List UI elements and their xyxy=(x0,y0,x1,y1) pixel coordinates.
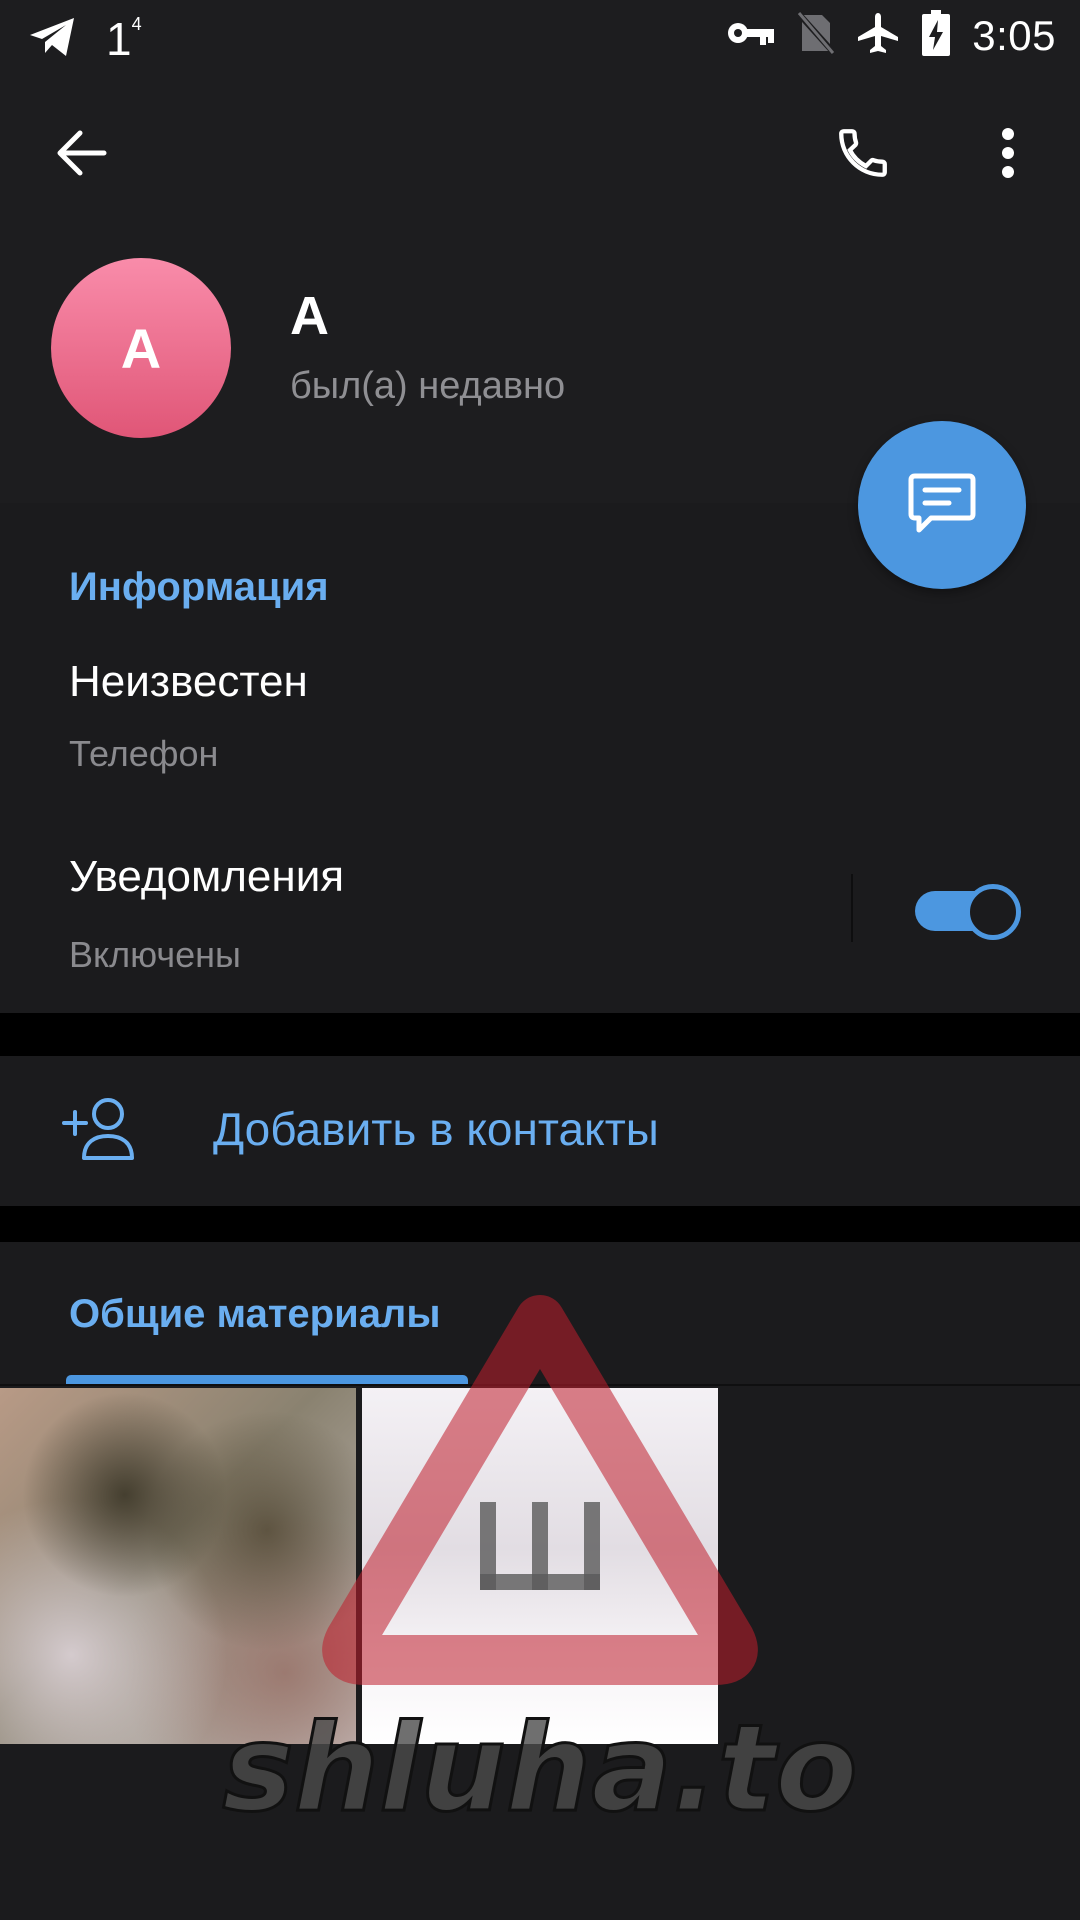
airplane-icon xyxy=(856,11,900,60)
back-button[interactable] xyxy=(36,110,126,200)
tab-divider xyxy=(0,1384,1080,1386)
shared-media-title: Общие материалы xyxy=(69,1292,441,1336)
profile-name: A xyxy=(290,286,329,346)
more-options-button[interactable] xyxy=(963,110,1053,200)
add-person-icon xyxy=(62,1096,138,1167)
media-thumbnail[interactable] xyxy=(362,1388,718,1744)
vpn-key-icon xyxy=(726,18,776,53)
last-seen-status: был(а) недавно xyxy=(290,365,566,407)
shared-media-section: Общие материалы xyxy=(0,1242,1080,1920)
row-divider xyxy=(851,874,853,942)
battery-charging-icon xyxy=(922,10,951,61)
phone-value: Неизвестен xyxy=(69,657,308,706)
message-icon xyxy=(907,470,977,541)
more-vert-icon xyxy=(1000,127,1016,184)
call-button[interactable] xyxy=(818,110,908,200)
notifications-toggle[interactable] xyxy=(915,884,1021,940)
notifications-title: Уведомления xyxy=(69,852,345,901)
add-contact-label: Добавить в контакты xyxy=(213,1103,659,1155)
section-gap xyxy=(0,1013,1080,1056)
back-arrow-icon xyxy=(54,129,108,182)
phone-label: Телефон xyxy=(69,733,219,774)
phone-row[interactable]: Неизвестен Телефон xyxy=(0,633,1080,783)
clock: 3:05 xyxy=(972,11,1056,59)
telegram-icon xyxy=(28,15,78,64)
media-thumbnail[interactable] xyxy=(0,1388,356,1744)
section-gap xyxy=(0,1206,1080,1242)
send-message-button[interactable] xyxy=(858,421,1026,589)
phone-icon xyxy=(834,124,892,187)
app-bar xyxy=(0,78,1080,233)
notifications-row[interactable]: Уведомления Включены xyxy=(0,828,830,998)
status-bar: 14 3:05 xyxy=(0,0,1080,78)
toggle-knob xyxy=(965,884,1021,940)
notifications-value: Включены xyxy=(69,934,241,975)
info-section-title: Информация xyxy=(69,565,329,609)
no-sim-icon xyxy=(796,10,837,60)
notification-count: 14 xyxy=(106,13,142,65)
avatar[interactable]: A xyxy=(51,258,231,438)
add-contact-button[interactable]: Добавить в контакты xyxy=(0,1056,1080,1206)
